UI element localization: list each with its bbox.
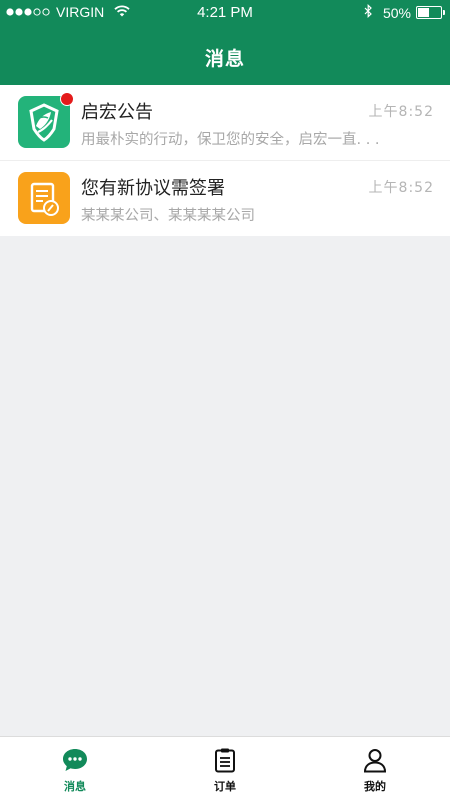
tab-label: 我的 [364,780,386,793]
tab-orders[interactable]: 订单 [150,737,300,800]
bluetooth-icon [364,4,373,21]
contract-sign-icon [18,172,70,224]
message-preview: 用最朴实的行动，保卫您的安全，启宏一直. . . [81,132,380,148]
message-title: 您有新协议需签署 [81,178,225,199]
clipboard-list-icon [212,747,238,773]
tab-profile[interactable]: 我的 [300,737,450,800]
status-bar: VIRGIN 4:21 PM 50% [0,0,450,26]
app-header: VIRGIN 4:21 PM 50% 消息 [0,0,450,85]
battery-icon [416,6,445,19]
message-row-announcement[interactable]: 启宏公告 上午8:52 用最朴实的行动，保卫您的安全，启宏一直. . . [0,85,450,160]
tab-messages[interactable]: 消息 [0,737,150,800]
battery-group: 50% [364,4,445,21]
tab-label: 订单 [214,780,236,793]
tab-label: 消息 [64,780,86,793]
bottom-tab-bar: 消息 订单 我的 [0,736,450,800]
battery-level-fill [418,8,429,17]
person-icon [362,747,388,773]
qihong-logo-icon [18,92,74,148]
message-title: 启宏公告 [81,102,153,123]
page-title: 消息 [204,48,245,70]
message-preview: 某某某公司、某某某某公司 [81,208,255,224]
message-row-contract[interactable]: 您有新协议需签署 上午8:52 某某某公司、某某某某公司 [0,160,450,236]
message-time: 上午8:52 [368,180,434,196]
chat-bubble-icon [62,747,88,773]
unread-badge [60,92,74,106]
message-list: 启宏公告 上午8:52 用最朴实的行动，保卫您的安全，启宏一直. . . 您有新… [0,85,450,236]
battery-percent: 50% [382,4,411,21]
message-time: 上午8:52 [368,104,434,120]
